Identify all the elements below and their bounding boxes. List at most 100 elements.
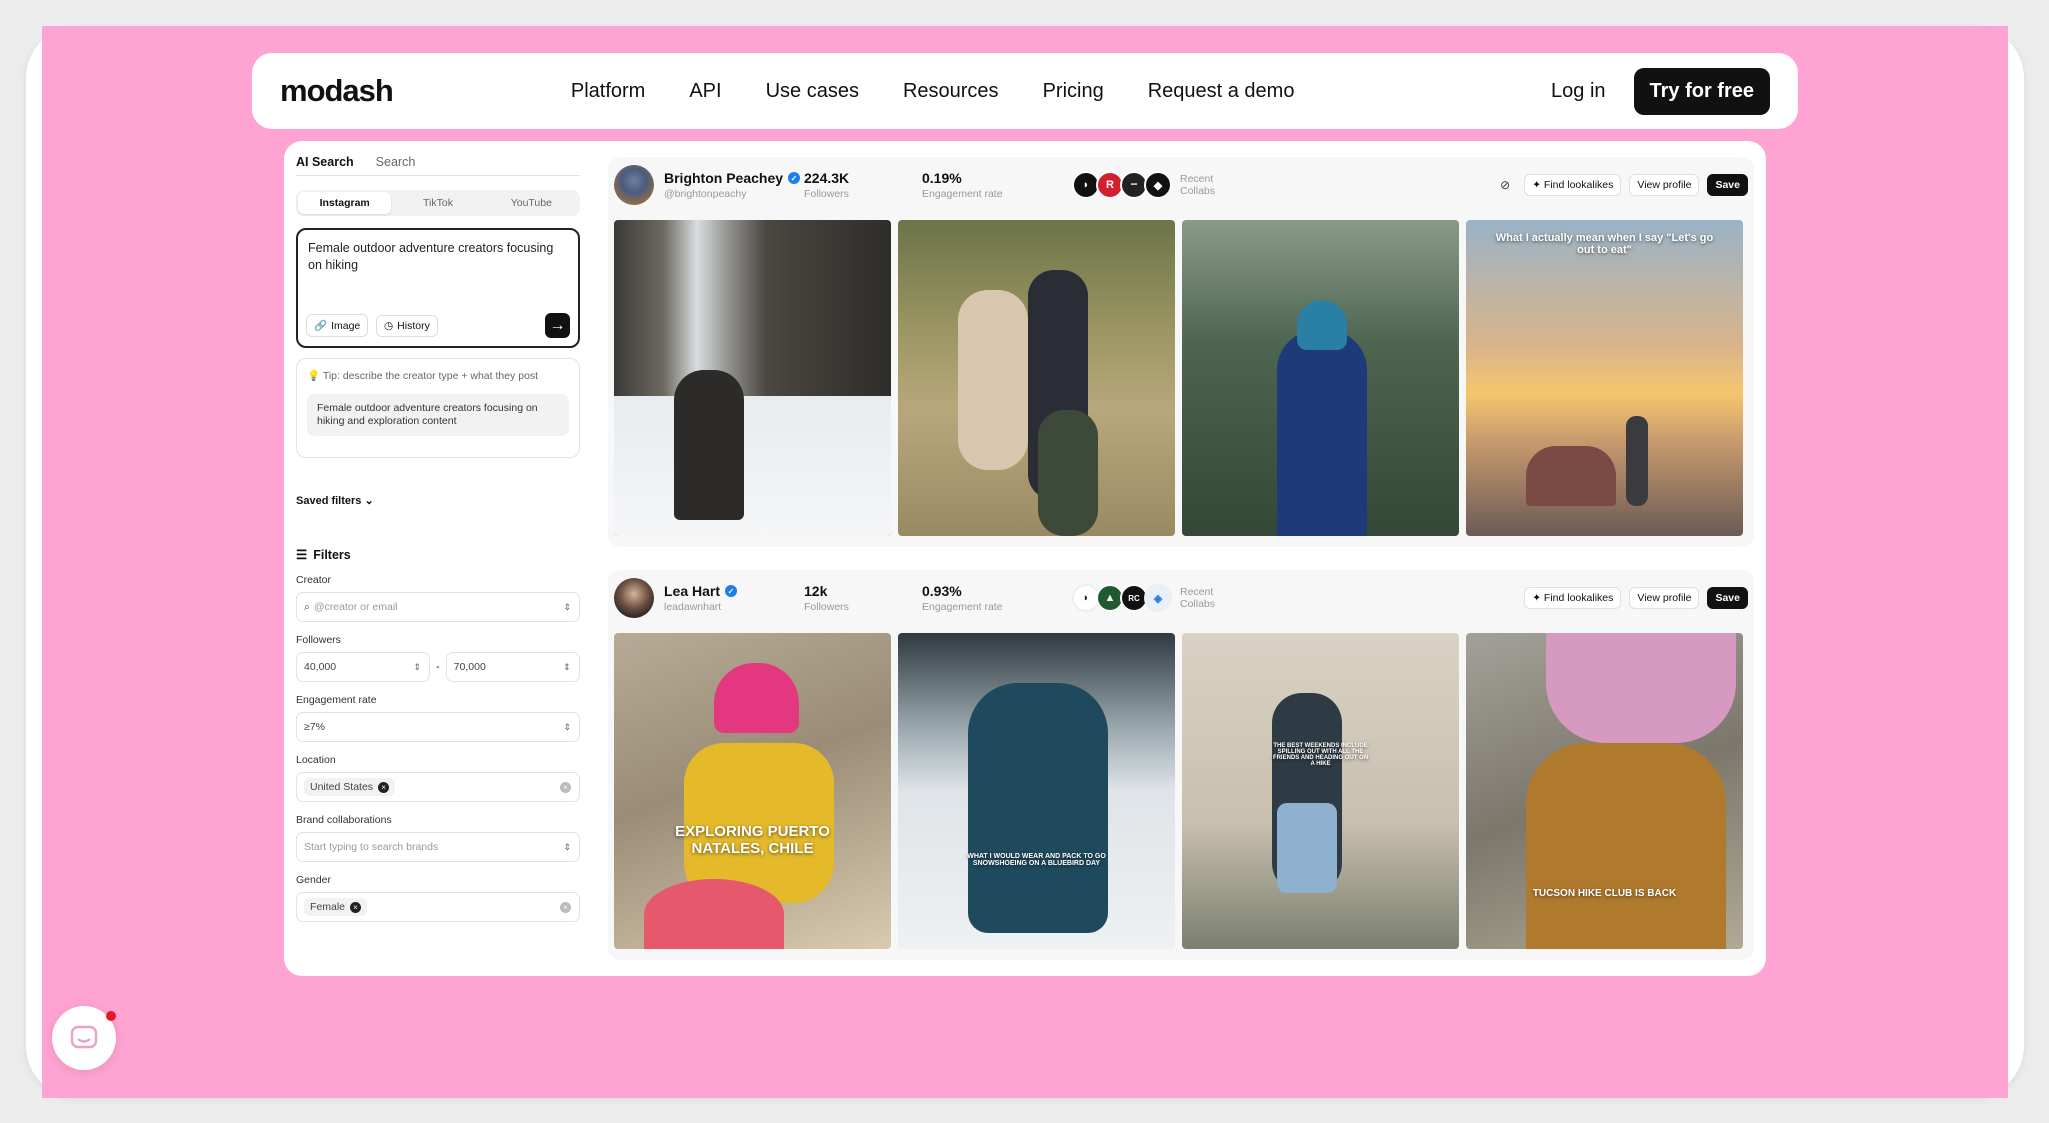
- creator-name-block: Lea Hart ✓ leadawnhart: [664, 583, 804, 613]
- followers-label: Followers: [296, 634, 341, 646]
- notification-dot: [106, 1011, 116, 1021]
- nav-link-pricing[interactable]: Pricing: [1043, 80, 1104, 103]
- remove-icon[interactable]: ×: [350, 901, 362, 913]
- creator-label: Creator: [296, 574, 332, 586]
- nav-links: Platform API Use cases Resources Pricing…: [571, 80, 1295, 103]
- creator-input[interactable]: ⌕ @creator or email ⇕: [296, 592, 580, 622]
- save-button[interactable]: Save: [1707, 587, 1748, 609]
- post-thumbnails: EXPLORING PUERTO NATALES, CHILE WHAT I W…: [614, 633, 1743, 949]
- post-caption: TUCSON HIKE CLUB IS BACK: [1532, 888, 1677, 899]
- platform-youtube[interactable]: YouTube: [485, 192, 578, 214]
- creator-card: Brighton Peachey ✓ @brightonpeachy 224.3K…: [608, 157, 1754, 547]
- post-thumbnail[interactable]: WHAT I WOULD WEAR AND PACK TO GO SNOWSHO…: [898, 633, 1175, 949]
- creator-name-block: Brighton Peachey ✓ @brightonpeachy: [664, 170, 804, 200]
- gender-label: Gender: [296, 874, 332, 886]
- send-arrow-icon[interactable]: →: [545, 313, 570, 338]
- tab-ai-search[interactable]: AI Search: [296, 155, 354, 169]
- image-button[interactable]: 🔗 Image: [306, 314, 369, 337]
- filter-icon: ☰: [296, 548, 308, 562]
- post-thumbnail[interactable]: THE BEST WEEKENDS INCLUDE SPILLING OUT W…: [1182, 633, 1459, 949]
- platform-tiktok[interactable]: TikTok: [391, 192, 484, 214]
- top-navigation: modash Platform API Use cases Resources …: [252, 53, 1798, 129]
- hide-eye-icon[interactable]: ⊘: [1500, 178, 1510, 192]
- recent-collabs-label: Recent Collabs: [1180, 173, 1216, 197]
- post-thumbnail[interactable]: [898, 220, 1175, 536]
- tab-search[interactable]: Search: [376, 155, 416, 169]
- clear-icon[interactable]: ×: [560, 781, 571, 793]
- verified-icon: ✓: [725, 585, 738, 597]
- nav-link-use-cases[interactable]: Use cases: [766, 80, 859, 103]
- card-actions: ✦ Find lookalikes View profile Save: [1524, 587, 1748, 609]
- search-tabs: AI Search Search: [296, 155, 580, 176]
- engagement-select[interactable]: ≥7% ⇕: [296, 712, 580, 742]
- search-panel: AI Search Search Instagram TikTok YouTub…: [296, 155, 580, 922]
- post-thumbnail[interactable]: What I actually mean when I say "Let's g…: [1466, 220, 1743, 536]
- lightbulb-icon: 💡: [307, 370, 321, 382]
- view-profile-button[interactable]: View profile: [1629, 587, 1700, 609]
- app-preview: AI Search Search Instagram TikTok YouTub…: [284, 141, 1766, 976]
- engagement-stat: 0.93% Engagement rate: [922, 583, 1003, 613]
- followers-range: 40,000 ⇕ - 70,000 ⇕: [296, 646, 580, 682]
- creator-name[interactable]: Brighton Peachey: [664, 170, 783, 186]
- avatar[interactable]: [614, 165, 654, 205]
- nav-link-resources[interactable]: Resources: [903, 80, 999, 103]
- creator-handle: leadawnhart: [664, 601, 722, 613]
- remove-icon[interactable]: ×: [378, 781, 390, 793]
- brand-input[interactable]: Start typing to search brands ⇕: [296, 832, 580, 862]
- suggestion-chip[interactable]: Female outdoor adventure creators focusi…: [307, 394, 569, 436]
- engagement-stat: 0.19% Engagement rate: [922, 170, 1003, 200]
- avatar[interactable]: [614, 578, 654, 618]
- saved-filters-toggle[interactable]: Saved filters ⌄: [296, 494, 580, 507]
- sort-caret-icon: ⇕: [563, 601, 571, 612]
- gender-input[interactable]: Female × ×: [296, 892, 580, 922]
- history-button[interactable]: ◷ History: [376, 315, 438, 337]
- stepper-icon[interactable]: ⇕: [413, 662, 421, 673]
- followers-stat: 12k Followers: [804, 583, 849, 613]
- platform-instagram[interactable]: Instagram: [298, 192, 392, 214]
- post-thumbnail[interactable]: EXPLORING PUERTO NATALES, CHILE: [614, 633, 891, 949]
- creator-header: Lea Hart ✓ leadawnhart 12k Followers 0.93…: [614, 576, 1748, 620]
- find-lookalikes-button[interactable]: ✦ Find lookalikes: [1524, 587, 1622, 609]
- followers-min-input[interactable]: 40,000 ⇕: [296, 652, 430, 682]
- filters-heading: ☰ Filters: [296, 547, 351, 563]
- creator-placeholder: @creator or email: [313, 601, 398, 613]
- followers-stat: 224.3K Followers: [804, 170, 850, 200]
- creator-card: Lea Hart ✓ leadawnhart 12k Followers 0.93…: [608, 570, 1754, 960]
- clear-icon[interactable]: ×: [560, 901, 571, 913]
- followers-max-input[interactable]: 70,000 ⇕: [445, 652, 580, 682]
- nav-link-request-demo[interactable]: Request a demo: [1148, 80, 1295, 103]
- ai-prompt-box[interactable]: Female outdoor adventure creators focusi…: [296, 228, 580, 348]
- platform-switch: Instagram TikTok YouTube: [296, 190, 580, 216]
- creator-handle: @brightonpeachy: [664, 188, 747, 200]
- location-input[interactable]: United States × ×: [296, 772, 580, 802]
- brand-logo-icon: ◆: [1144, 171, 1172, 199]
- login-link[interactable]: Log in: [1551, 80, 1606, 103]
- post-thumbnail[interactable]: TUCSON HIKE CLUB IS BACK: [1466, 633, 1743, 949]
- nav-link-api[interactable]: API: [689, 80, 721, 103]
- creator-name[interactable]: Lea Hart: [664, 583, 720, 599]
- engagement-label: Engagement rate: [296, 694, 377, 706]
- post-thumbnail[interactable]: [1182, 220, 1459, 536]
- post-caption: EXPLORING PUERTO NATALES, CHILE: [675, 823, 830, 857]
- try-for-free-button[interactable]: Try for free: [1633, 67, 1770, 115]
- creator-header: Brighton Peachey ✓ @brightonpeachy 224.3K…: [614, 163, 1748, 207]
- find-lookalikes-button[interactable]: ✦ Find lookalikes: [1524, 174, 1622, 196]
- nav-link-platform[interactable]: Platform: [571, 80, 645, 103]
- post-caption: THE BEST WEEKENDS INCLUDE SPILLING OUT W…: [1272, 743, 1369, 767]
- save-button[interactable]: Save: [1707, 174, 1748, 196]
- post-caption: WHAT I WOULD WEAR AND PACK TO GO SNOWSHO…: [967, 853, 1106, 867]
- view-profile-button[interactable]: View profile: [1629, 174, 1700, 196]
- brand-label: Brand collaborations: [296, 814, 392, 826]
- chat-icon: [70, 1025, 98, 1049]
- location-chip: United States ×: [304, 778, 396, 796]
- prompt-text[interactable]: Female outdoor adventure creators focusi…: [308, 240, 568, 274]
- gender-chip: Female ×: [304, 898, 368, 916]
- location-label: Location: [296, 754, 336, 766]
- stepper-icon[interactable]: ⇕: [563, 662, 571, 673]
- tip-text: 💡 Tip: describe the creator type + what …: [307, 370, 539, 382]
- post-thumbnail[interactable]: [614, 220, 891, 536]
- history-button-label: History: [397, 320, 430, 332]
- logo[interactable]: modash: [280, 73, 394, 109]
- card-actions: ⊘ ✦ Find lookalikes View profile Save: [1500, 174, 1748, 196]
- recent-collabs-label: Recent Collabs: [1180, 586, 1216, 610]
